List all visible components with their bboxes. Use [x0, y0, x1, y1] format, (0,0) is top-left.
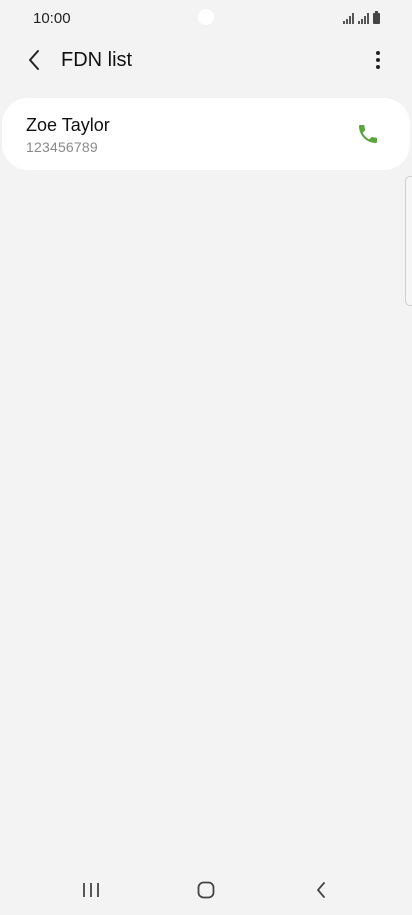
contact-number: 123456789 — [26, 139, 98, 155]
fdn-list-screen: 10:00 FDN list Zoe Taylor 123456789 — [0, 0, 412, 915]
status-icons — [343, 11, 380, 24]
recents-button[interactable] — [71, 875, 111, 905]
recents-icon — [83, 883, 99, 897]
back-button[interactable] — [18, 44, 50, 76]
call-button[interactable] — [354, 120, 382, 148]
app-bar: FDN list — [0, 40, 412, 80]
chevron-left-icon — [29, 50, 39, 70]
page-title: FDN list — [61, 49, 133, 71]
back-nav-button[interactable] — [301, 875, 341, 905]
navigation-bar — [0, 865, 412, 915]
more-vertical-icon — [376, 51, 380, 69]
scrollbar[interactable] — [405, 176, 412, 306]
battery-icon — [373, 11, 380, 24]
signal-icon — [343, 13, 354, 24]
more-options-button[interactable] — [366, 44, 390, 76]
home-icon — [197, 881, 215, 899]
status-bar: 10:00 — [0, 0, 412, 36]
home-button[interactable] — [186, 875, 226, 905]
contact-name: Zoe Taylor — [26, 115, 110, 135]
list-item[interactable]: Zoe Taylor 123456789 — [2, 98, 410, 170]
phone-icon — [359, 125, 377, 143]
camera-cutout — [198, 9, 214, 25]
back-icon — [317, 882, 325, 898]
status-time: 10:00 — [33, 10, 71, 27]
signal-icon-2 — [358, 13, 369, 24]
